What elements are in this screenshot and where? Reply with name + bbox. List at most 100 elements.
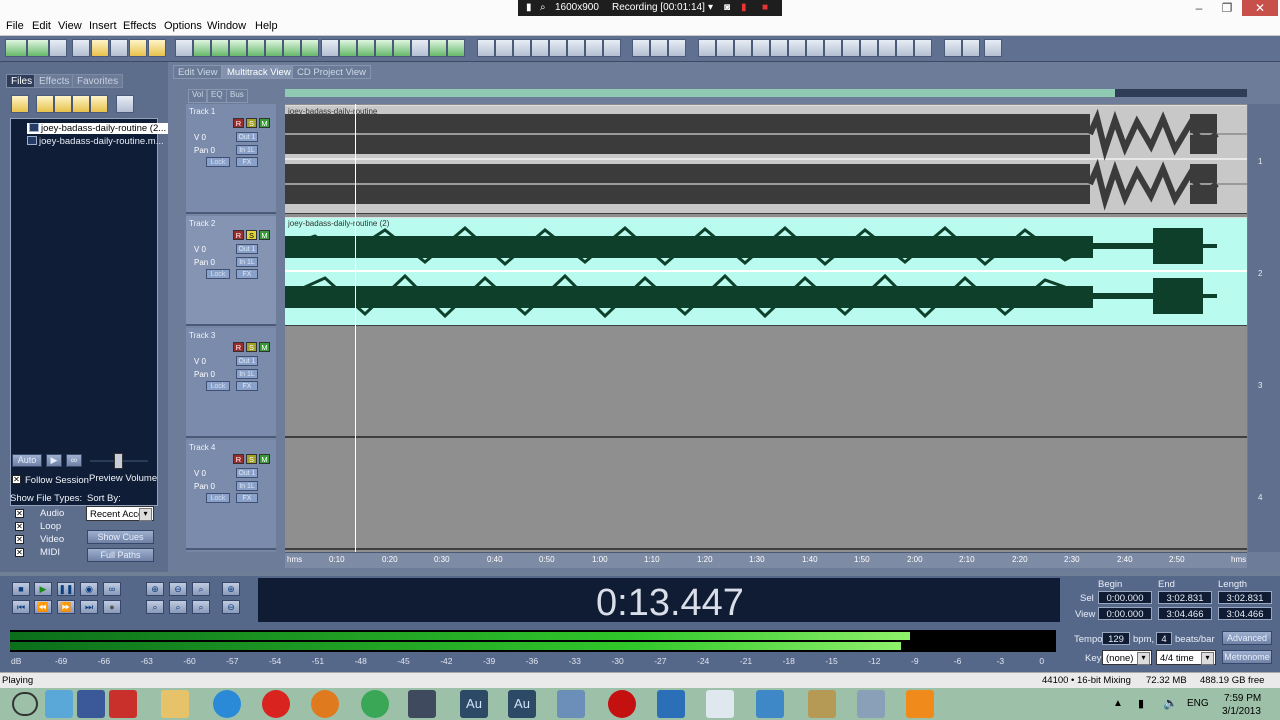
toolbar-tool-icon[interactable] — [321, 39, 339, 57]
play-button[interactable]: ▶ — [34, 582, 52, 596]
toolbar-tool-icon[interactable] — [495, 39, 513, 57]
mute-button[interactable]: M — [259, 118, 270, 128]
toolbar-tool-icon[interactable] — [339, 39, 357, 57]
toolbar-tool-icon[interactable] — [477, 39, 495, 57]
language-indicator[interactable]: ENG — [1187, 698, 1209, 709]
toolbar-tool-icon[interactable] — [603, 39, 621, 57]
auto-button[interactable]: Auto — [12, 454, 42, 467]
start-button[interactable] — [12, 692, 38, 716]
volume-label[interactable]: V 0 — [194, 469, 206, 478]
toolbar-edit-view-icon[interactable] — [5, 39, 27, 57]
fast-forward-button[interactable]: ⏩ — [57, 600, 75, 614]
input-button[interactable]: In 1L — [236, 257, 258, 267]
go-to-start-button[interactable]: ⏮ — [12, 600, 30, 614]
app-icon[interactable] — [857, 690, 885, 718]
menu-file[interactable]: File — [6, 20, 24, 32]
track-lane[interactable] — [285, 440, 1247, 550]
zoom-in-vertical-icon[interactable]: ⊕ — [222, 582, 240, 596]
tab-favorites[interactable]: Favorites — [72, 74, 124, 88]
toolbar-tool-icon[interactable] — [375, 39, 393, 57]
zoom-full-icon[interactable]: ⌕ — [192, 582, 210, 596]
toolbar-tool-icon[interactable] — [842, 39, 860, 57]
toolbar-tool-icon[interactable] — [752, 39, 770, 57]
pan-label[interactable]: Pan 0 — [194, 258, 215, 267]
app-icon[interactable] — [557, 690, 585, 718]
tab-multitrack-view[interactable]: Multitrack View — [222, 65, 296, 79]
mute-button[interactable]: M — [259, 454, 270, 464]
preview-volume-thumb[interactable] — [114, 453, 123, 469]
toolbar-envelope-icon[interactable] — [301, 39, 319, 57]
close-file-icon[interactable] — [54, 95, 72, 113]
menu-view[interactable]: View — [58, 20, 82, 32]
file-options-icon[interactable] — [116, 95, 134, 113]
toolbar-tool-icon[interactable] — [447, 39, 465, 57]
sel-end-field[interactable]: 3:02.831 — [1158, 591, 1212, 604]
adobe-audition-icon-2[interactable]: Au — [508, 690, 536, 718]
toolbar-align-icon[interactable] — [265, 39, 283, 57]
open-file-icon[interactable] — [36, 95, 54, 113]
toolbar-tool-icon[interactable] — [860, 39, 878, 57]
tab-effects[interactable]: Effects — [34, 74, 75, 88]
firefox-icon[interactable] — [311, 690, 339, 718]
output-button[interactable]: Out 1 — [236, 468, 258, 478]
toolbar-tool-icon[interactable] — [357, 39, 375, 57]
lock-button[interactable]: Lock — [206, 157, 230, 167]
toolbar-insert-icon[interactable] — [211, 39, 229, 57]
toolbar-tool-icon[interactable] — [549, 39, 567, 57]
play-from-cursor-button[interactable]: ◉ — [80, 582, 98, 596]
toolbar-undo-icon[interactable] — [175, 39, 193, 57]
pause-button[interactable]: ❚❚ — [57, 582, 75, 596]
output-button[interactable]: Out 1 — [236, 244, 258, 254]
track-lane[interactable] — [285, 328, 1247, 438]
pan-label[interactable]: Pan 0 — [194, 146, 215, 155]
toolbar-tool-icon[interactable] — [567, 39, 585, 57]
list-item[interactable]: joey-badass-daily-routine.m... — [27, 136, 164, 147]
sel-begin-field[interactable]: 0:00.000 — [1098, 591, 1152, 604]
fx-button[interactable]: FX — [236, 269, 258, 279]
solo-button[interactable]: S — [246, 454, 257, 464]
track-lane[interactable]: joey-badass-daily-routine (2) — [285, 216, 1247, 326]
network-icon[interactable]: ▮ — [1138, 697, 1144, 710]
tab-files[interactable]: Files — [6, 74, 38, 88]
tab-bus[interactable]: Bus — [226, 89, 248, 103]
show-cues-button[interactable]: Show Cues — [87, 530, 154, 544]
beats-field[interactable]: 4 — [1156, 632, 1172, 645]
record-arm-button[interactable]: R — [233, 342, 244, 352]
zoom-left-icon[interactable]: ⌕ — [169, 600, 187, 614]
toolbar-tool-icon[interactable] — [513, 39, 531, 57]
toolbar-mix-icon[interactable] — [193, 39, 211, 57]
toolbar-tool-icon[interactable] — [944, 39, 962, 57]
output-button[interactable]: Out 1 — [236, 132, 258, 142]
solo-button[interactable]: S — [246, 118, 257, 128]
toolbar-tool-icon[interactable] — [824, 39, 842, 57]
type-loop-checkbox[interactable]: ✕ — [15, 522, 24, 531]
record-button[interactable]: ● — [103, 600, 121, 614]
view-begin-field[interactable]: 0:00.000 — [1098, 607, 1152, 620]
clock-date[interactable]: 3/1/2013 — [1222, 706, 1261, 717]
close-button[interactable]: ✕ — [1242, 0, 1278, 16]
record-app-icon[interactable] — [608, 690, 636, 718]
fx-button[interactable]: FX — [236, 157, 258, 167]
solo-button[interactable]: S — [246, 342, 257, 352]
playhead-cursor[interactable] — [355, 104, 356, 552]
view-end-field[interactable]: 3:04.466 — [1158, 607, 1212, 620]
toolbar-tool-icon[interactable] — [632, 39, 650, 57]
menu-window[interactable]: Window — [207, 20, 246, 32]
lock-button[interactable]: Lock — [206, 493, 230, 503]
pan-label[interactable]: Pan 0 — [194, 482, 215, 491]
calculator-icon[interactable] — [706, 690, 734, 718]
insert-file-icon[interactable] — [72, 95, 90, 113]
zoom-out-vertical-icon[interactable]: ⊖ — [222, 600, 240, 614]
lock-button[interactable]: Lock — [206, 381, 230, 391]
media-player-icon[interactable] — [657, 690, 685, 718]
toolbar-tool-icon[interactable] — [411, 39, 429, 57]
toolbar-tool-icon[interactable] — [668, 39, 686, 57]
toolbar-multitrack-icon[interactable] — [27, 39, 49, 57]
solo-button[interactable]: S — [246, 230, 257, 240]
volume-icon[interactable]: 🔈 — [1163, 696, 1178, 710]
toolbar-tool-icon[interactable] — [698, 39, 716, 57]
toolbar-split-icon[interactable] — [247, 39, 265, 57]
toolbar-group-icon[interactable] — [283, 39, 301, 57]
zoom-selection-icon[interactable]: ⌕ — [146, 600, 164, 614]
sel-length-field[interactable]: 3:02.831 — [1218, 591, 1272, 604]
